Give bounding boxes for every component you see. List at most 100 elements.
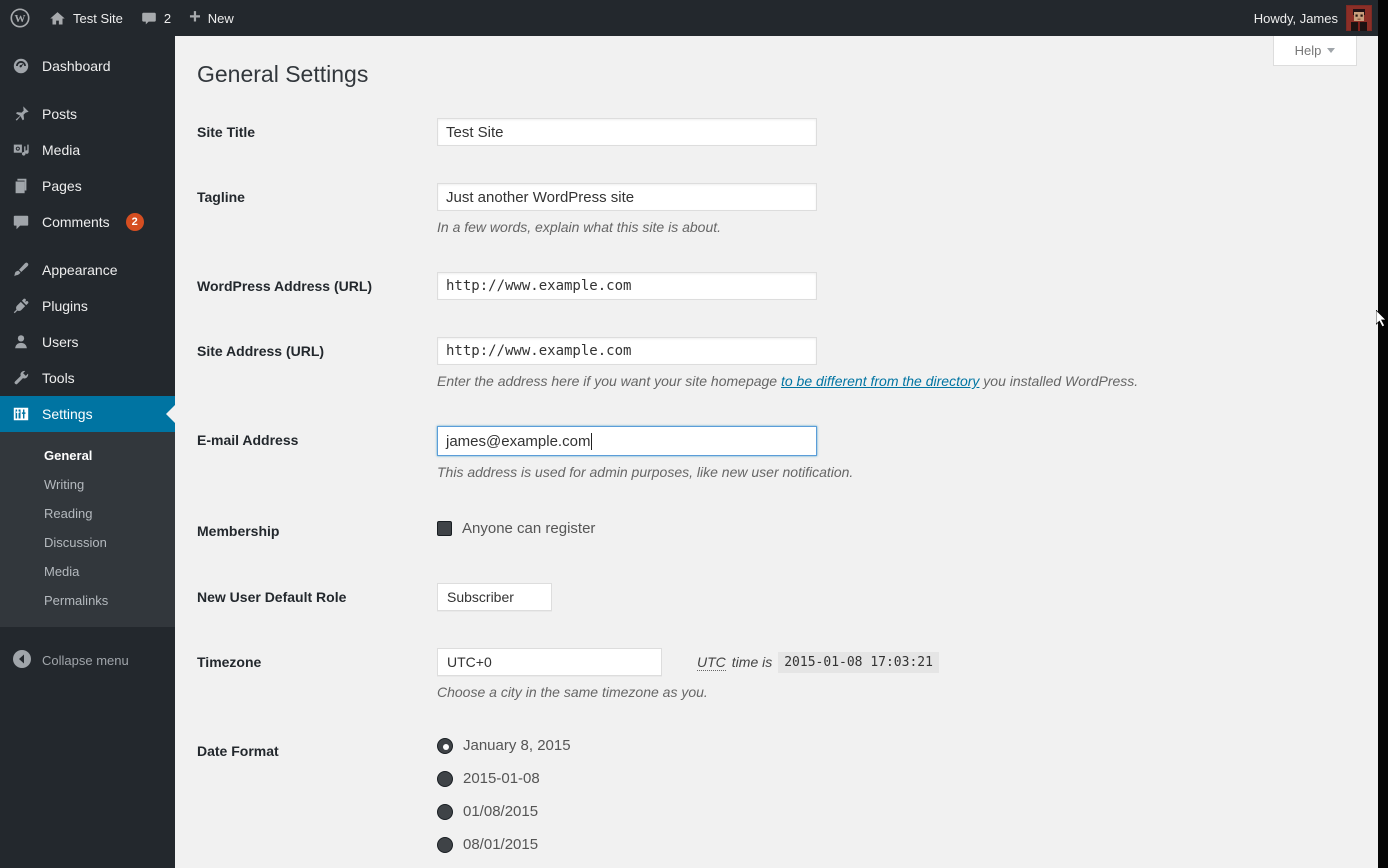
site-address-description: Enter the address here if you want your … [437,373,1358,389]
email-field[interactable]: james@example.com [437,426,817,456]
site-address-label: Site Address (URL) [197,337,437,389]
sidebar-item-label: Appearance [42,262,118,278]
sidebar-item-label: Tools [42,370,75,386]
sidebar-item-media[interactable]: Media [0,132,175,168]
admin-bar-comments-count: 2 [164,11,171,26]
sidebar-item-comments[interactable]: Comments 2 [0,204,175,240]
media-icon [10,141,32,159]
date-format-option-label: 08/01/2015 [463,836,538,853]
date-format-row: Date Format January 8, 2015 2015-01-08 0… [197,737,1358,868]
user-icon [10,333,32,351]
date-format-radio-2[interactable] [437,804,453,820]
avatar[interactable] [1346,5,1372,31]
wordpress-address-label: WordPress Address (URL) [197,272,437,300]
text-caret [591,433,592,450]
membership-row: Membership Anyone can register [197,517,1358,539]
site-title-label: Site Title [197,118,437,146]
submenu-item-permalinks[interactable]: Permalinks [0,586,175,615]
collapse-menu-label: Collapse menu [42,653,129,668]
sidebar-item-appearance[interactable]: Appearance [0,252,175,288]
pushpin-icon [10,105,32,123]
date-format-radio-1[interactable] [437,771,453,787]
current-menu-arrow [166,405,175,423]
dashboard-icon [10,57,32,75]
sidebar-item-users[interactable]: Users [0,324,175,360]
admin-sidebar: Dashboard Posts Media Pages Comments 2 [0,36,175,868]
date-format-option-label: 01/08/2015 [463,803,538,820]
home-icon [49,10,66,27]
settings-icon [10,405,32,423]
sidebar-item-dashboard[interactable]: Dashboard [0,48,175,84]
submenu-item-media[interactable]: Media [0,557,175,586]
tagline-row: Tagline In a few words, explain what thi… [197,183,1358,235]
sidebar-item-posts[interactable]: Posts [0,96,175,132]
submenu-item-writing[interactable]: Writing [0,470,175,499]
site-address-row: Site Address (URL) Enter the address her… [197,337,1358,389]
wrench-icon [10,369,32,387]
utc-time-info: UTC time is 2015-01-08 17:03:21 [697,652,939,673]
utc-time-label: time is [732,654,772,670]
date-format-radio-3[interactable] [437,837,453,853]
admin-bar-site-name: Test Site [73,11,123,26]
timezone-row: Timezone UTC+0 UTC time is 2015-01-08 17… [197,648,1358,700]
comments-icon [10,213,32,231]
sidebar-item-plugins[interactable]: Plugins [0,288,175,324]
date-format-option: 01/08/2015 [437,803,1358,820]
tagline-description: In a few words, explain what this site i… [437,219,1358,235]
admin-bar-site-link[interactable]: Test Site [40,0,132,36]
sidebar-item-settings[interactable]: Settings [0,396,175,432]
date-format-option: 08/01/2015 [437,836,1358,853]
sidebar-item-pages[interactable]: Pages [0,168,175,204]
help-button[interactable]: Help [1273,36,1357,66]
tagline-input[interactable] [437,183,817,211]
admin-bar: W Test Site 2 + New Howdy, James [0,0,1388,36]
sidebar-item-label: Users [42,334,79,350]
admin-bar-new[interactable]: + New [180,0,243,36]
anyone-can-register-checkbox[interactable] [437,521,452,536]
membership-label: Membership [197,517,437,539]
site-title-input[interactable] [437,118,817,146]
date-format-radio-0[interactable] [437,738,453,754]
utc-abbr: UTC [697,654,726,671]
collapse-menu-button[interactable]: Collapse menu [0,643,175,677]
email-row: E-mail Address james@example.com This ad… [197,426,1358,480]
timezone-value: UTC+0 [447,654,492,670]
sidebar-item-label: Media [42,142,80,158]
plus-icon: + [189,7,201,27]
timezone-description: Choose a city in the same timezone as yo… [437,684,1358,700]
date-format-label: Date Format [197,737,437,868]
wordpress-address-input[interactable] [437,272,817,300]
email-value: james@example.com [446,433,590,450]
admin-bar-new-label: New [208,11,234,26]
different-directory-link[interactable]: to be different from the directory [781,373,979,389]
general-settings-form: Site Title Tagline In a few words, expla… [197,118,1358,868]
comment-bubble-icon [141,10,157,26]
page-title: General Settings [197,60,1358,89]
default-role-select[interactable]: Subscriber [437,583,552,611]
submenu-item-reading[interactable]: Reading [0,499,175,528]
submenu-item-general[interactable]: General [0,441,175,470]
date-format-option: January 8, 2015 [437,737,1358,754]
admin-bar-comments[interactable]: 2 [132,0,180,36]
howdy-text[interactable]: Howdy, James [1254,11,1338,26]
site-title-row: Site Title [197,118,1358,146]
email-description: This address is used for admin purposes,… [437,464,1358,480]
wordpress-logo-menu[interactable]: W [0,0,40,36]
site-address-desc-prefix: Enter the address here if you want your … [437,373,781,389]
sidebar-item-tools[interactable]: Tools [0,360,175,396]
help-label: Help [1295,43,1322,58]
timezone-select[interactable]: UTC+0 [437,648,662,676]
timezone-label: Timezone [197,648,437,700]
svg-text:W: W [15,13,26,25]
tagline-label: Tagline [197,183,437,235]
submenu-item-discussion[interactable]: Discussion [0,528,175,557]
default-role-value: Subscriber [447,589,514,605]
site-address-input[interactable] [437,337,817,365]
utc-time-value: 2015-01-08 17:03:21 [778,652,939,673]
date-format-option-label: January 8, 2015 [463,737,571,754]
sidebar-item-label: Settings [42,406,93,422]
date-format-option: 2015-01-08 [437,770,1358,787]
sidebar-item-label: Posts [42,106,77,122]
default-role-row: New User Default Role Subscriber [197,583,1358,611]
chevron-down-icon [1327,48,1335,53]
